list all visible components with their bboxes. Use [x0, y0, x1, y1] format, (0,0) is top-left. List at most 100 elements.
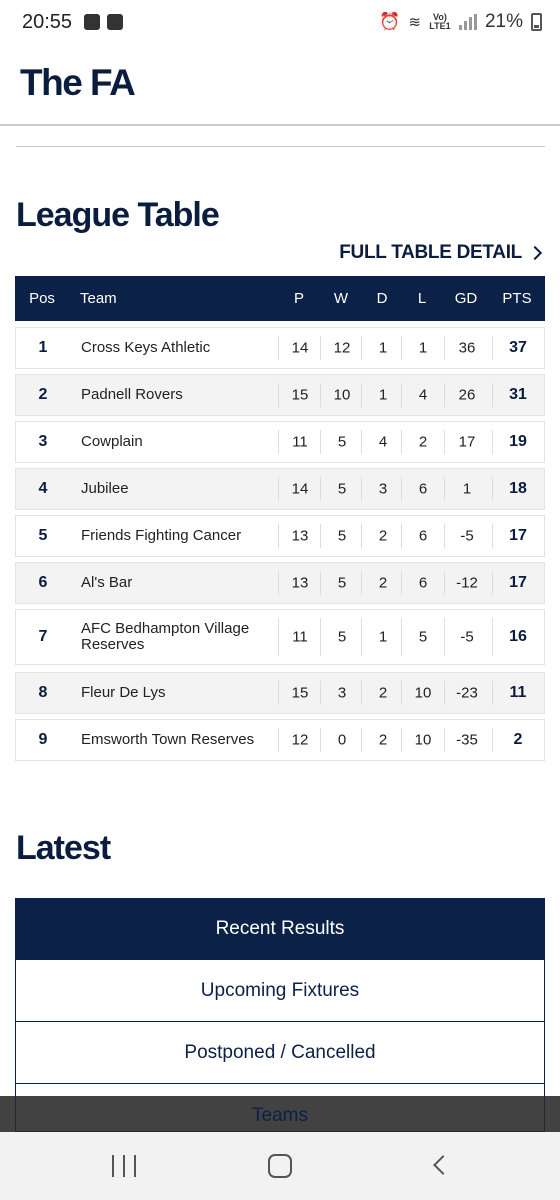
cell-d: 2 — [378, 684, 388, 702]
cell-l: 5 — [418, 628, 428, 646]
cell-gd: -23 — [456, 684, 478, 702]
network-label: Vo) LTE1 — [429, 12, 451, 31]
col-drawn: D — [376, 290, 388, 307]
gallery-notification-icon — [84, 14, 100, 30]
table-row[interactable]: 6 Al's Bar 13 5 2 6 -12 17 — [15, 562, 545, 604]
alarm-icon: ⏰ — [379, 12, 401, 31]
cell-divider — [444, 477, 445, 501]
cell-gd: 36 — [458, 339, 476, 357]
cell-w: 0 — [337, 731, 347, 749]
table-row[interactable]: 4 Jubilee 14 5 3 6 1 18 — [15, 468, 545, 510]
cell-divider — [320, 524, 321, 548]
cell-p: 13 — [291, 574, 309, 592]
cell-divider — [361, 524, 362, 548]
col-played: P — [293, 290, 304, 307]
cell-d: 3 — [378, 480, 388, 498]
cell-divider — [361, 430, 362, 454]
checkbox-notification-icon — [107, 14, 123, 30]
table-row[interactable]: 5 Friends Fighting Cancer 13 5 2 6 -5 17 — [15, 515, 545, 557]
fa-logo[interactable]: The FA — [20, 62, 136, 104]
cell-divider — [278, 336, 279, 360]
cell-pts: 16 — [509, 628, 527, 645]
table-row[interactable]: 7 AFC Bedhampton Village Reserves 11 5 1 5 -5 1… — [15, 609, 545, 665]
cell-w: 5 — [337, 628, 347, 646]
cell-divider — [492, 524, 493, 548]
cell-l: 10 — [414, 731, 432, 749]
cell-gd: 1 — [462, 480, 472, 498]
cell-divider — [444, 681, 445, 705]
cell-gd: 26 — [458, 386, 476, 404]
cell-divider — [492, 430, 493, 454]
cell-gd: -12 — [456, 574, 478, 592]
cell-l: 2 — [418, 433, 428, 451]
cell-divider — [278, 681, 279, 705]
cell-d: 2 — [378, 527, 388, 545]
cell-team: Jubilee — [81, 480, 129, 497]
cell-w: 12 — [333, 339, 351, 357]
cell-divider — [320, 618, 321, 656]
cell-divider — [320, 383, 321, 407]
cell-divider — [401, 477, 402, 501]
wifi-icon: ≋ — [408, 14, 421, 31]
cell-divider — [278, 524, 279, 548]
cell-divider — [401, 681, 402, 705]
tab-postponed-cancelled[interactable]: Postponed / Cancelled — [15, 1022, 545, 1084]
cell-team: Friends Fighting Cancer — [81, 527, 242, 544]
home-icon[interactable] — [268, 1154, 292, 1178]
cell-divider — [278, 477, 279, 501]
cell-divider — [320, 681, 321, 705]
table-row[interactable]: 9 Emsworth Town Reserves 12 0 2 10 -35 2 — [15, 719, 545, 761]
cell-divider — [320, 571, 321, 595]
overlay-teams-label: Teams — [252, 1105, 308, 1126]
recent-apps-icon[interactable] — [112, 1155, 136, 1177]
cell-gd: -5 — [460, 527, 474, 545]
cell-pos: 2 — [38, 386, 48, 403]
cell-divider — [361, 681, 362, 705]
cell-divider — [492, 477, 493, 501]
cell-divider — [361, 728, 362, 752]
cell-w: 5 — [337, 574, 347, 592]
cell-d: 1 — [378, 386, 388, 404]
chevron-right-icon — [527, 245, 543, 261]
section-divider — [16, 146, 545, 147]
col-goal-difference: GD — [454, 290, 478, 307]
cell-w: 5 — [337, 433, 347, 451]
battery-icon — [531, 13, 542, 31]
cell-pos: 8 — [38, 684, 48, 701]
cell-pos: 3 — [38, 433, 48, 450]
cell-divider — [361, 571, 362, 595]
tab-upcoming-fixtures[interactable]: Upcoming Fixtures — [15, 960, 545, 1022]
cell-p: 13 — [291, 527, 309, 545]
cell-divider — [444, 430, 445, 454]
table-row[interactable]: 3 Cowplain 11 5 4 2 17 19 — [15, 421, 545, 463]
cell-pts: 19 — [509, 433, 527, 450]
tab-recent-results[interactable]: Recent Results — [15, 898, 545, 960]
cell-divider — [401, 571, 402, 595]
cell-pts: 17 — [509, 527, 527, 544]
cell-divider — [401, 728, 402, 752]
full-table-detail-link[interactable]: FULL TABLE DETAIL — [339, 242, 544, 264]
cell-divider — [444, 336, 445, 360]
table-row[interactable]: 8 Fleur De Lys 15 3 2 10 -23 11 — [15, 672, 545, 714]
status-time: 20:55 — [22, 11, 73, 33]
cell-divider — [492, 618, 493, 656]
table-row[interactable]: 2 Padnell Rovers 15 10 1 4 26 31 — [15, 374, 545, 416]
cell-team: Al's Bar — [81, 574, 133, 591]
cell-l: 10 — [414, 684, 432, 702]
cell-pts: 17 — [509, 574, 527, 591]
table-row[interactable]: 1 Cross Keys Athletic 14 12 1 1 36 37 — [15, 327, 545, 369]
cell-w: 5 — [337, 527, 347, 545]
col-team: Team — [80, 290, 117, 307]
cell-divider — [361, 383, 362, 407]
col-lost: L — [417, 290, 427, 307]
cell-pts: 11 — [509, 684, 527, 701]
cell-divider — [320, 477, 321, 501]
cell-divider — [444, 618, 445, 656]
cell-divider — [278, 430, 279, 454]
cell-w: 5 — [337, 480, 347, 498]
cell-divider — [401, 524, 402, 548]
cell-d: 4 — [378, 433, 388, 451]
cell-divider — [444, 728, 445, 752]
col-points: PTS — [502, 290, 532, 307]
cell-team: Padnell Rovers — [81, 386, 183, 403]
